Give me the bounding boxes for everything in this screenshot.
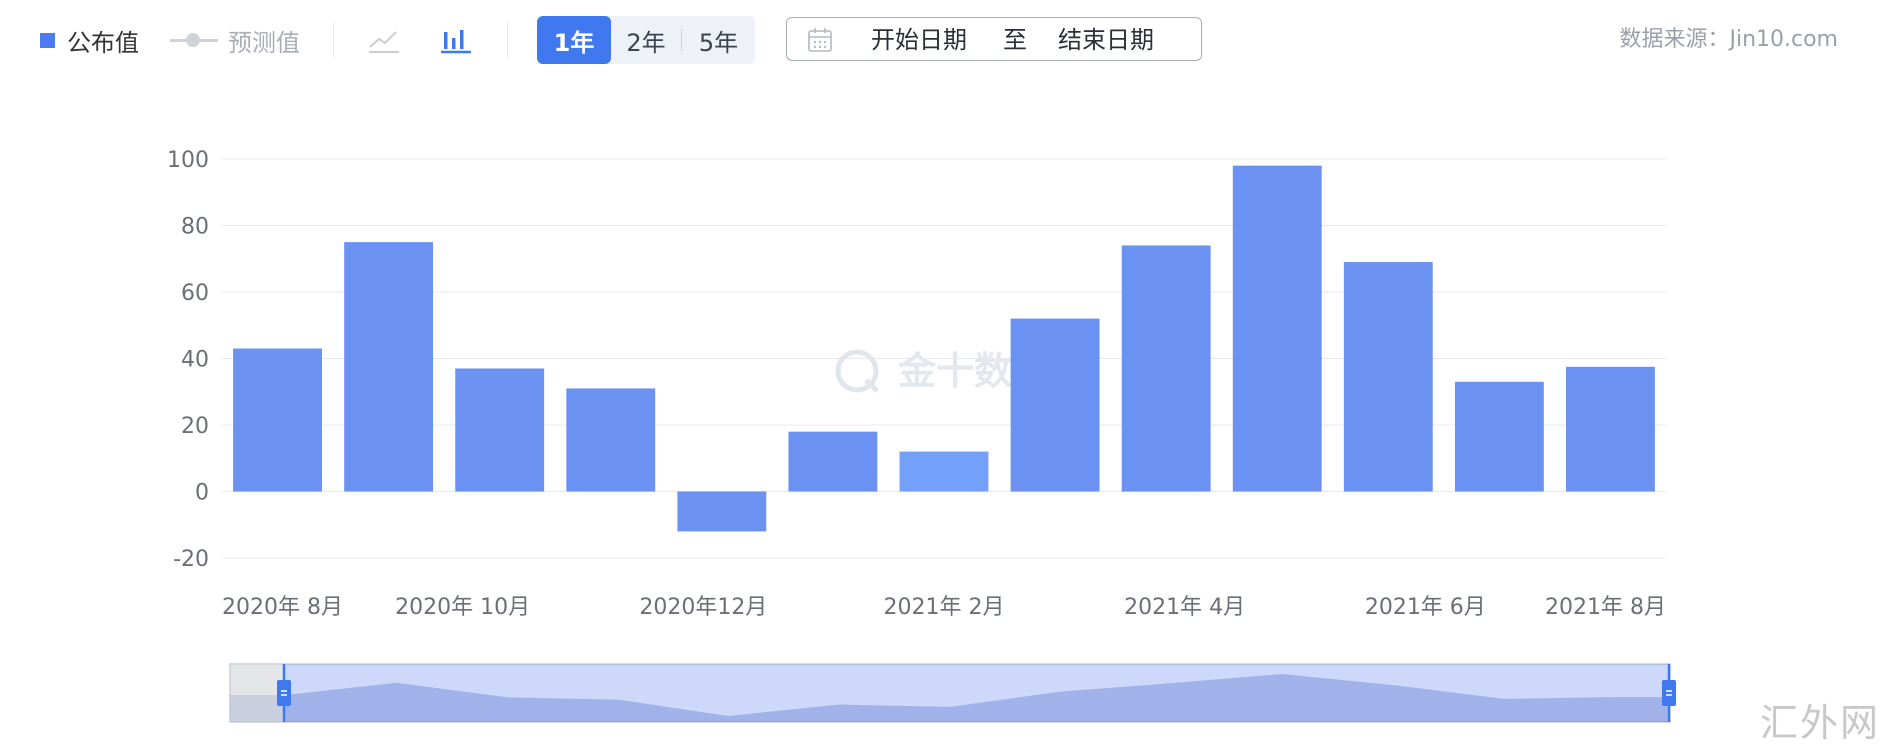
bar[interactable] — [566, 388, 656, 492]
zoom-left-handle[interactable] — [277, 680, 291, 706]
toolbar-divider — [507, 22, 508, 58]
zoom-right-handle[interactable] — [1662, 680, 1676, 706]
calendar-icon — [808, 28, 832, 52]
range-2y-button[interactable]: 2年 — [611, 16, 681, 64]
bar[interactable] — [1343, 262, 1433, 492]
x-tick-label: 2020年 8月 — [222, 595, 343, 620]
y-tick-label: 100 — [167, 148, 209, 173]
site-watermark: 汇外网 — [1759, 701, 1880, 745]
date-range-picker[interactable]: 开始日期 至 结束日期 — [786, 17, 1202, 61]
legend-square-icon — [40, 32, 55, 48]
start-date-field[interactable]: 开始日期 — [871, 18, 967, 62]
x-tick-label: 2021年 6月 — [1365, 595, 1486, 620]
line-chart-icon — [369, 31, 399, 53]
range-5y-button[interactable]: 5年 — [682, 16, 755, 64]
x-tick-label: 2020年12月 — [639, 595, 767, 620]
y-tick-label: 0 — [195, 481, 209, 506]
bar[interactable] — [899, 451, 989, 492]
bar[interactable] — [677, 491, 767, 532]
left-handle-grip-icon[interactable] — [277, 680, 291, 706]
toolbar-divider — [333, 22, 334, 58]
bar-chart-icon — [441, 30, 471, 54]
bar[interactable] — [788, 431, 878, 492]
legend-forecast-label: 预测值 — [228, 28, 300, 57]
y-tick-label: 20 — [181, 414, 209, 439]
watermark-logo-icon — [835, 349, 879, 393]
x-tick-label: 2021年 4月 — [1124, 595, 1245, 620]
bar[interactable] — [1454, 381, 1544, 492]
y-tick-label: 40 — [181, 348, 209, 373]
legend-forecast[interactable]: 预测值 — [170, 22, 300, 58]
x-tick-label: 2021年 8月 — [1545, 595, 1666, 620]
bar[interactable] — [1121, 245, 1211, 492]
data-source-label: 数据来源：Jin10.com — [1619, 27, 1838, 52]
x-tick-label: 2020年 10月 — [395, 595, 530, 620]
zoom-unselected-region — [230, 664, 284, 722]
y-tick-label: 60 — [181, 281, 209, 306]
x-tick-label: 2021年 2月 — [884, 595, 1005, 620]
zoom-selected-window[interactable] — [284, 664, 1670, 722]
range-1y-button[interactable]: 1年 — [537, 16, 611, 64]
line-chart-button[interactable] — [364, 22, 404, 58]
bar[interactable] — [1010, 318, 1100, 492]
bar[interactable] — [455, 368, 545, 492]
bar[interactable] — [1232, 165, 1322, 492]
legend-published[interactable]: 公布值 — [40, 22, 139, 58]
bar[interactable] — [1566, 366, 1655, 492]
end-date-field[interactable]: 结束日期 — [1058, 18, 1154, 62]
y-tick-label: -20 — [173, 547, 209, 572]
bar-chart: 金十数据 -20020406080100 2020年 8月 2020年 10月 20… — [167, 148, 1676, 723]
legend-line-icon — [170, 32, 218, 48]
bar[interactable] — [344, 242, 434, 492]
legend-published-label: 公布值 — [67, 28, 139, 57]
date-separator: 至 — [1003, 26, 1027, 54]
chart-toolbar: 公布值 预测值 1年 2年 5年 开始日期 至 结束日期 数据来源：Jin10.… — [0, 0, 1888, 80]
data-zoom-slider[interactable] — [229, 663, 1676, 723]
x-axis-labels: 2020年 8月 2020年 10月 2020年12月 2021年 2月 2021年 4… — [222, 595, 1666, 620]
right-handle-grip-icon[interactable] — [1662, 680, 1676, 706]
bar-chart-button[interactable] — [436, 22, 476, 58]
y-axis-labels: -20 0 20 40 60 80 100 — [167, 148, 209, 572]
range-selector: 1年 2年 5年 — [537, 16, 755, 64]
bar[interactable] — [233, 348, 322, 492]
y-tick-label: 80 — [181, 215, 209, 240]
